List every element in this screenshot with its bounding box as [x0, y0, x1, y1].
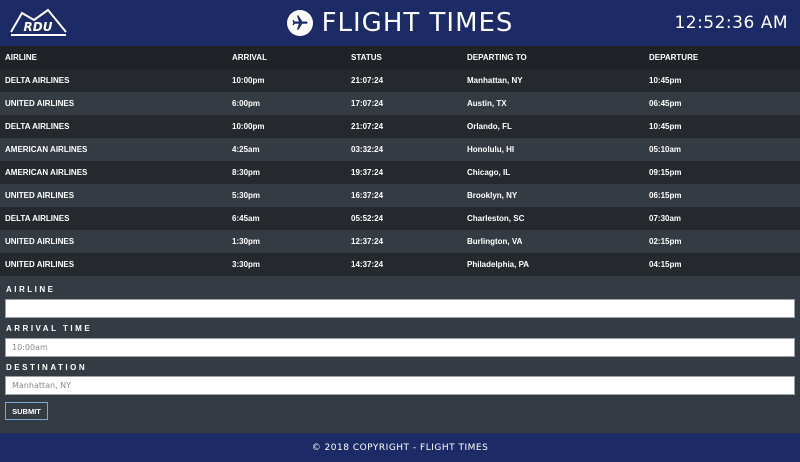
cell-status: 21:07:24: [351, 122, 384, 131]
header-bar: RDU FLIGHT TIMES 12:52:36 AM: [0, 0, 800, 46]
cell-status: 05:52:24: [351, 214, 384, 223]
cell-status: 21:07:24: [351, 76, 384, 85]
cell-arrival: 4:25am: [232, 145, 260, 154]
footer: © 2018 COPYRIGHT - FLIGHT TIMES: [0, 433, 800, 462]
cell-airline: UNITED AIRLINES: [5, 260, 75, 269]
cell-departure: 10:45pm: [649, 76, 682, 85]
table-row: AMERICAN AIRLINES 4:25am 03:32:24 Honolu…: [0, 138, 800, 161]
airline-label: AIRLINE: [6, 285, 56, 294]
table-row: DELTA AIRLINES 10:00pm 21:07:24 Manhatta…: [0, 69, 800, 92]
cell-departing-to: Austin, TX: [467, 99, 507, 108]
table-row: UNITED AIRLINES 1:30pm 12:37:24 Burlingt…: [0, 230, 800, 253]
cell-arrival: 10:00pm: [232, 76, 265, 85]
cell-airline: DELTA AIRLINES: [5, 214, 70, 223]
cell-departure: 05:10am: [649, 145, 682, 154]
cell-departing-to: Orlando, FL: [467, 122, 512, 131]
cell-arrival: 8:30pm: [232, 168, 261, 177]
column-header-departure: DEPARTURE: [644, 46, 800, 69]
column-header-status: STATUS: [346, 46, 462, 69]
flights-table: AIRLINE ARRIVAL STATUS DEPARTING TO DEPA…: [0, 46, 800, 276]
cell-arrival: 6:45am: [232, 214, 260, 223]
cell-airline: UNITED AIRLINES: [5, 191, 75, 200]
arrival-time-input[interactable]: [5, 338, 795, 357]
cell-status: 12:37:24: [351, 237, 384, 246]
arrival-time-label: ARRIVAL TIME: [6, 324, 93, 333]
table-body: DELTA AIRLINES 10:00pm 21:07:24 Manhatta…: [0, 69, 800, 276]
airplane-icon: [286, 10, 313, 36]
cell-departure: 07:30am: [649, 214, 682, 223]
copyright-text: © 2018 COPYRIGHT - FLIGHT TIMES: [311, 442, 489, 453]
cell-airline: AMERICAN AIRLINES: [5, 168, 88, 177]
cell-airline: DELTA AIRLINES: [5, 76, 70, 85]
cell-departure: 04:15pm: [649, 260, 682, 269]
cell-status: 17:07:24: [351, 99, 384, 108]
cell-departure: 09:15pm: [649, 168, 682, 177]
cell-status: 16:37:24: [351, 191, 384, 200]
cell-departure: 10:45pm: [649, 122, 682, 131]
table-row: UNITED AIRLINES 5:30pm 16:37:24 Brooklyn…: [0, 184, 800, 207]
cell-arrival: 5:30pm: [232, 191, 261, 200]
table-row: DELTA AIRLINES 6:45am 05:52:24 Charlesto…: [0, 207, 800, 230]
clock: 12:52:36 AM: [674, 13, 788, 33]
table-row: UNITED AIRLINES 3:30pm 14:37:24 Philadel…: [0, 253, 800, 276]
cell-airline: DELTA AIRLINES: [5, 122, 70, 131]
cell-status: 03:32:24: [351, 145, 384, 154]
cell-departure: 06:15pm: [649, 191, 682, 200]
destination-input[interactable]: [5, 376, 795, 395]
cell-status: 19:37:24: [351, 168, 384, 177]
cell-departing-to: Chicago, IL: [467, 168, 511, 177]
table-row: AMERICAN AIRLINES 8:30pm 19:37:24 Chicag…: [0, 161, 800, 184]
submit-button[interactable]: SUBMIT: [5, 402, 48, 420]
airline-input[interactable]: [5, 299, 795, 318]
cell-departing-to: Charleston, SC: [467, 214, 525, 223]
column-header-arrival: ARRIVAL: [227, 46, 346, 69]
cell-departure: 06:45pm: [649, 99, 682, 108]
destination-label: DESTINATION: [6, 363, 88, 372]
table-row: UNITED AIRLINES 6:00pm 17:07:24 Austin, …: [0, 92, 800, 115]
page-title: FLIGHT TIMES: [321, 8, 514, 38]
cell-arrival: 6:00pm: [232, 99, 261, 108]
column-header-airline: AIRLINE: [0, 46, 227, 69]
cell-arrival: 3:30pm: [232, 260, 261, 269]
cell-airline: UNITED AIRLINES: [5, 237, 75, 246]
cell-arrival: 1:30pm: [232, 237, 261, 246]
cell-arrival: 10:00pm: [232, 122, 265, 131]
cell-departing-to: Philadelphia, PA: [467, 260, 530, 269]
cell-departure: 02:15pm: [649, 237, 682, 246]
cell-departing-to: Manhattan, NY: [467, 76, 523, 85]
table-header-row: AIRLINE ARRIVAL STATUS DEPARTING TO DEPA…: [0, 46, 800, 69]
cell-status: 14:37:24: [351, 260, 384, 269]
cell-airline: AMERICAN AIRLINES: [5, 145, 88, 154]
cell-departing-to: Burlington, VA: [467, 237, 523, 246]
cell-departing-to: Brooklyn, NY: [467, 191, 518, 200]
cell-departing-to: Honolulu, HI: [467, 145, 515, 154]
column-header-departing-to: DEPARTING TO: [462, 46, 644, 69]
table-row: DELTA AIRLINES 10:00pm 21:07:24 Orlando,…: [0, 115, 800, 138]
cell-airline: UNITED AIRLINES: [5, 99, 75, 108]
